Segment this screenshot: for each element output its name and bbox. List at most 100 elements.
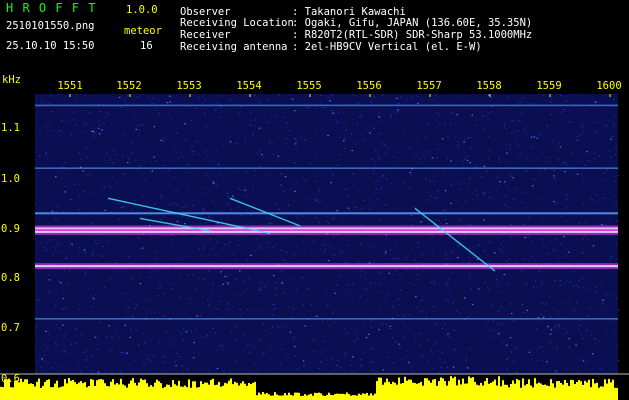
noise-speck bbox=[216, 349, 218, 352]
noise-speck bbox=[317, 146, 320, 148]
y-tick-label: 1.1 bbox=[1, 122, 20, 134]
noise-speck bbox=[331, 217, 333, 219]
level-column bbox=[326, 395, 328, 400]
noise-speck bbox=[268, 222, 270, 224]
noise-speck bbox=[353, 282, 355, 284]
x-tick-label: 1552 bbox=[116, 80, 142, 92]
level-column bbox=[498, 376, 500, 400]
noise-speck bbox=[434, 284, 437, 286]
noise-speck bbox=[281, 282, 283, 284]
noise-speck bbox=[188, 370, 190, 372]
noise-speck bbox=[383, 270, 386, 272]
noise-speck bbox=[315, 355, 317, 357]
level-column bbox=[252, 382, 254, 400]
noise-speck bbox=[540, 284, 542, 286]
noise-speck bbox=[184, 351, 186, 353]
noise-speck bbox=[306, 94, 309, 96]
noise-speck bbox=[247, 283, 249, 285]
noise-speck bbox=[234, 339, 237, 341]
noise-speck bbox=[111, 336, 113, 338]
noise-speck bbox=[307, 288, 309, 290]
noise-speck bbox=[127, 158, 130, 160]
noise-speck bbox=[333, 235, 335, 237]
noise-speck bbox=[174, 361, 176, 363]
noise-speck bbox=[294, 190, 296, 192]
level-column bbox=[306, 395, 308, 400]
noise-speck bbox=[549, 296, 551, 298]
noise-speck bbox=[587, 181, 590, 183]
noise-speck bbox=[317, 201, 319, 203]
level-column bbox=[452, 378, 454, 400]
noise-speck bbox=[217, 95, 220, 97]
noise-speck bbox=[338, 154, 341, 156]
noise-speck bbox=[332, 112, 334, 114]
noise-speck bbox=[562, 110, 565, 112]
noise-speck bbox=[347, 158, 349, 160]
noise-speck bbox=[561, 215, 563, 217]
noise-speck bbox=[45, 152, 47, 154]
noise-speck bbox=[573, 173, 575, 175]
noise-speck bbox=[68, 294, 70, 296]
noise-speck bbox=[65, 173, 68, 175]
noise-speck bbox=[528, 137, 530, 139]
noise-speck bbox=[421, 299, 423, 301]
level-column bbox=[66, 383, 68, 400]
noise-speck bbox=[264, 285, 266, 287]
noise-speck bbox=[101, 129, 103, 131]
noise-speck bbox=[132, 113, 134, 115]
noise-speck bbox=[275, 116, 277, 118]
noise-speck bbox=[468, 348, 471, 350]
noise-speck bbox=[274, 287, 277, 289]
noise-speck bbox=[508, 190, 510, 192]
noise-speck bbox=[102, 185, 105, 187]
level-column bbox=[494, 379, 496, 400]
noise-speck bbox=[255, 363, 257, 365]
noise-speck bbox=[497, 333, 499, 336]
level-column bbox=[80, 381, 82, 400]
noise-speck bbox=[68, 340, 71, 342]
noise-speck bbox=[315, 216, 317, 218]
noise-speck bbox=[359, 190, 361, 192]
noise-speck bbox=[381, 94, 384, 96]
noise-speck bbox=[131, 195, 133, 198]
noise-speck bbox=[285, 138, 287, 140]
level-column bbox=[110, 381, 112, 400]
noise-speck bbox=[78, 184, 81, 186]
noise-speck bbox=[502, 358, 504, 360]
noise-speck bbox=[326, 107, 328, 109]
noise-speck bbox=[181, 156, 183, 158]
datetime: 25.10.10 15:50 bbox=[6, 40, 95, 52]
noise-speck bbox=[420, 221, 422, 223]
noise-speck bbox=[123, 351, 126, 353]
noise-speck bbox=[442, 210, 444, 212]
noise-speck bbox=[232, 306, 235, 308]
noise-speck bbox=[478, 292, 481, 294]
level-column bbox=[568, 386, 570, 400]
noise-speck bbox=[580, 319, 582, 321]
noise-speck bbox=[286, 325, 288, 327]
level-column bbox=[210, 379, 212, 400]
noise-speck bbox=[530, 115, 533, 117]
noise-speck bbox=[419, 163, 421, 165]
noise-speck bbox=[304, 139, 306, 141]
noise-speck bbox=[69, 199, 71, 201]
noise-speck bbox=[260, 245, 262, 247]
noise-speck bbox=[325, 287, 327, 289]
noise-speck bbox=[140, 352, 143, 354]
level-column bbox=[420, 381, 422, 400]
noise-speck bbox=[293, 253, 295, 255]
noise-speck bbox=[430, 281, 432, 283]
noise-speck bbox=[127, 179, 130, 181]
level-column bbox=[346, 392, 348, 400]
noise-speck bbox=[254, 280, 256, 282]
level-column bbox=[270, 395, 272, 400]
noise-speck bbox=[451, 159, 453, 161]
noise-speck bbox=[329, 246, 332, 248]
noise-speck bbox=[216, 368, 219, 370]
noise-speck bbox=[344, 177, 347, 179]
level-column bbox=[28, 383, 30, 400]
level-column bbox=[478, 385, 480, 400]
level-column bbox=[52, 387, 54, 400]
noise-speck bbox=[422, 112, 424, 114]
noise-speck bbox=[403, 336, 406, 338]
